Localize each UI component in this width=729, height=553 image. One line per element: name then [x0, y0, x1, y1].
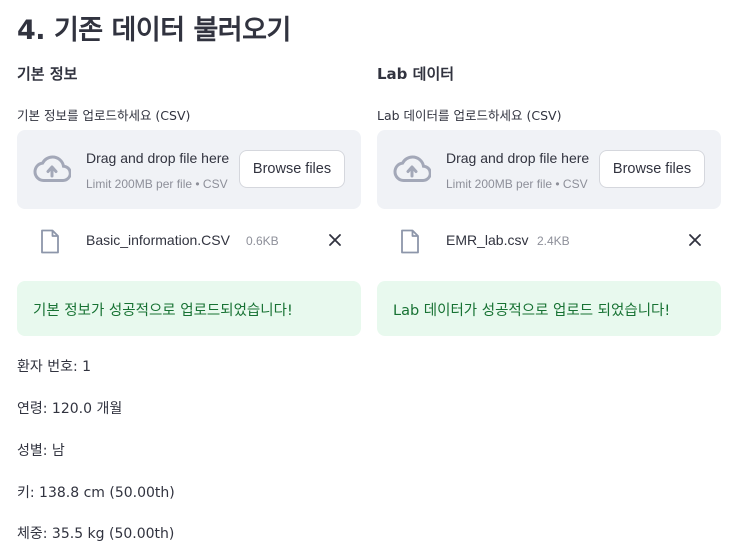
patient-id-text: 환자 번호: 1: [17, 359, 92, 375]
file-dropzone-lab-data[interactable]: Drag and drop file here Limit 200MB per …: [377, 130, 721, 209]
close-icon[interactable]: [325, 230, 345, 250]
file-icon: [41, 229, 59, 254]
patient-sex-text: 성별: 남: [17, 443, 65, 459]
patient-age-text: 연령: 120.0 개월: [17, 401, 123, 417]
uploaded-file-size: 0.6KB: [246, 234, 279, 248]
upload-label-basic-info: 기본 정보를 업로드하세요 (CSV): [17, 108, 191, 123]
success-message: 기본 정보가 성공적으로 업로드되었습니다!: [33, 303, 293, 319]
file-dropzone-basic-info[interactable]: Drag and drop file here Limit 200MB per …: [17, 130, 361, 209]
dropzone-instruction: Drag and drop file here: [446, 150, 590, 166]
cloud-upload-icon: [33, 155, 71, 182]
dropzone-limit-text: Limit 200MB per file • CSV: [86, 177, 228, 191]
patient-height-text: 키: 138.8 cm (50.00th): [17, 485, 175, 501]
patient-weight-text: 체중: 35.5 kg (50.00th): [17, 526, 175, 542]
page-title: 4. 기존 데이터 불러오기: [17, 15, 291, 46]
cloud-upload-icon: [393, 155, 431, 182]
browse-files-button[interactable]: Browse files: [239, 150, 345, 188]
section-title-basic-info: 기본 정보: [17, 65, 78, 83]
success-alert-basic-info: 기본 정보가 성공적으로 업로드되었습니다!: [17, 281, 361, 336]
uploaded-file-row: Basic_information.CSV 0.6KB: [17, 226, 361, 256]
dropzone-limit-text: Limit 200MB per file • CSV: [446, 177, 588, 191]
close-icon[interactable]: [685, 230, 705, 250]
success-message: Lab 데이터가 성공적으로 업로드 되었습니다!: [393, 303, 671, 319]
upload-label-lab-data: Lab 데이터를 업로드하세요 (CSV): [377, 108, 562, 123]
uploaded-file-size: 2.4KB: [537, 234, 570, 248]
dropzone-instruction: Drag and drop file here: [86, 150, 230, 166]
success-alert-lab-data: Lab 데이터가 성공적으로 업로드 되었습니다!: [377, 281, 721, 336]
uploaded-file-name: EMR_lab.csv: [446, 232, 529, 248]
file-icon: [401, 229, 419, 254]
section-title-lab-data: Lab 데이터: [377, 65, 455, 83]
uploaded-file-row: EMR_lab.csv 2.4KB: [377, 226, 721, 256]
browse-files-button[interactable]: Browse files: [599, 150, 705, 188]
uploaded-file-name: Basic_information.CSV: [86, 232, 230, 248]
